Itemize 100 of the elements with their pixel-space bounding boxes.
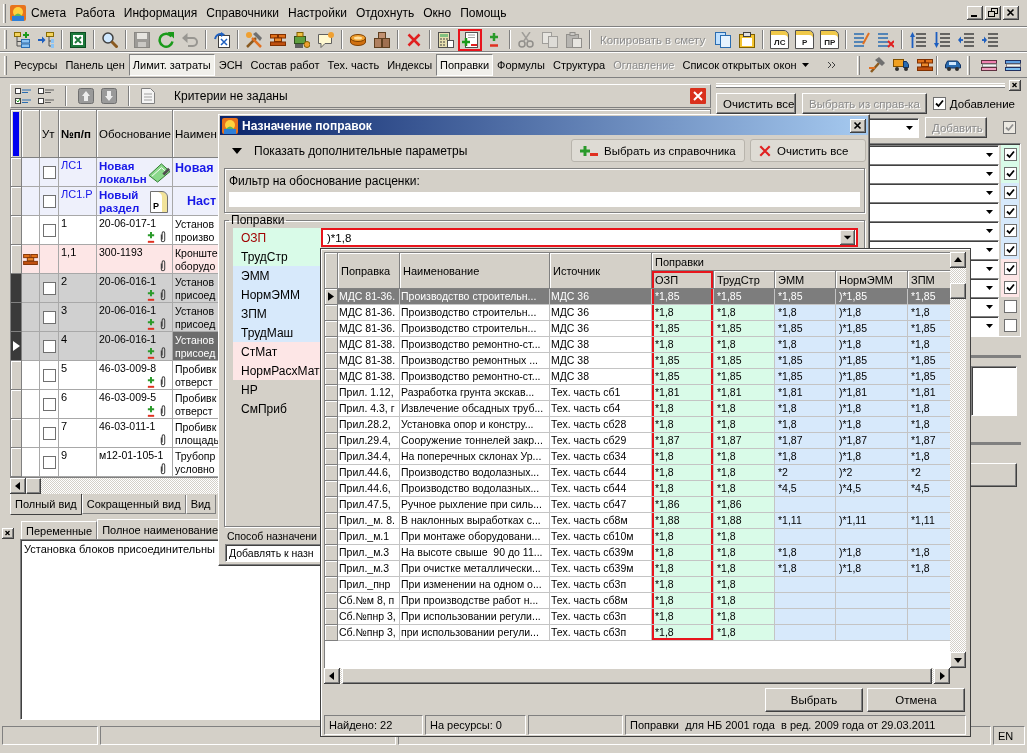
filter-label: Фильтр на обоснование расценки:: [229, 174, 420, 188]
coefficient-cell: *1,8: [908, 545, 951, 561]
coefficient-cell: *1,87: [652, 433, 714, 449]
coefficient-cell: *1,85: [908, 353, 951, 369]
row-number: 5: [61, 362, 68, 375]
coefficient-cell: *1,8: [714, 449, 775, 465]
coefficient-cell: *1,8: [714, 529, 775, 545]
coefficient-cell: )*1,8: [836, 401, 908, 417]
coefficient-cell: *1,8: [652, 465, 714, 481]
row-number: ЛС1: [61, 159, 83, 172]
coefficient-cell: *1,8: [652, 545, 714, 561]
coefficient-cell: *1,8: [775, 417, 836, 433]
coefficient-cell: *1,85: [652, 369, 714, 385]
rate-code: Новая локальн: [99, 159, 148, 186]
coefficient-cell: *1,87: [714, 433, 775, 449]
coefficient-cell: *1,8: [908, 449, 951, 465]
coefficient-cell: *2: [908, 465, 951, 481]
coefficient-cell: )*1,8: [836, 337, 908, 353]
item-name: Пробивк площадь: [174, 420, 218, 447]
coefficient-cell: *1,88: [714, 513, 775, 529]
coefficient-cell: *1,8: [775, 337, 836, 353]
column-header: ТрудСтр: [714, 271, 775, 289]
filter-status: Критерии не заданы: [174, 89, 288, 103]
coefficient-cell: *1,8: [652, 529, 714, 545]
coefficient-cell: )*1,8: [836, 449, 908, 465]
coefficient-cell: *1,8: [652, 417, 714, 433]
coefficient-cell: *1,8: [908, 305, 951, 321]
coefficient-cell: )*1,8: [836, 561, 908, 577]
column-group-header: Поправки: [652, 253, 951, 271]
status-text: На ресурсы: 0: [425, 715, 526, 735]
rate-code: 20-06-017-1: [99, 217, 158, 229]
item-name: Трубопр условно: [174, 449, 217, 476]
rate-code: 20-06-016-1: [99, 304, 158, 316]
language-indicator: EN: [993, 726, 1025, 745]
coefficient-cell: *1,8: [714, 465, 775, 481]
item-name: Наст: [186, 193, 218, 210]
row-number: 7: [61, 420, 68, 433]
coefficient-cell: *1,87: [908, 433, 951, 449]
column-header: Наименование: [400, 253, 550, 289]
rate-code: 46-03-011-1: [99, 420, 157, 432]
checkbox-label: Добавление: [949, 97, 1015, 110]
coefficient-cell: )*1,8: [836, 417, 908, 433]
coefficient-cell: *1,8: [652, 561, 714, 577]
rate-code: 20-06-016-1: [99, 333, 158, 345]
coefficient-cell: *1,8: [652, 401, 714, 417]
coefficient-cell: *1,8: [652, 305, 714, 321]
coefficient-cell: *1,8: [908, 401, 951, 417]
group-title: Поправки: [230, 213, 286, 227]
rate-code: 46-03-009-5: [99, 391, 158, 403]
coefficient-cell: *1,8: [714, 337, 775, 353]
coefficient-cell: *1,8: [714, 401, 775, 417]
coefficient-cell: *1,8: [652, 449, 714, 465]
item-name: Пробивк отверст: [174, 362, 218, 389]
column-header: ОЗП: [652, 271, 714, 289]
rate-code: Новый раздел: [99, 188, 141, 215]
coefficient-cell: *1,85: [652, 353, 714, 369]
coefficient-cell: *1,8: [652, 481, 714, 497]
coefficient-cell: *1,81: [714, 385, 775, 401]
coefficient-cell: *1,8: [775, 305, 836, 321]
adjustment-description: при использовании регули...: [400, 625, 550, 641]
coefficient-cell: *1,8: [714, 577, 775, 593]
coefficient-cell: )*4,5: [836, 481, 908, 497]
coefficient-cell: *1,8: [775, 449, 836, 465]
coefficient-cell: *1,8: [714, 417, 775, 433]
coefficient-cell: )*1,85: [836, 353, 908, 369]
coefficient-cell: *1,8: [908, 417, 951, 433]
column-header: Источник: [550, 253, 652, 289]
coefficient-cell: *1,8: [652, 577, 714, 593]
coefficient-cell: *2: [775, 465, 836, 481]
row-number: 4: [61, 333, 68, 346]
coefficient-cell: *1,85: [775, 321, 836, 337]
coefficient-cell: *1,85: [652, 321, 714, 337]
coefficient-cell: *1,8: [714, 481, 775, 497]
coefficient-cell: *1,8: [775, 401, 836, 417]
coefficient-cell: *1,88: [652, 513, 714, 529]
rate-code: 46-03-009-8: [99, 362, 158, 374]
coefficient-cell: *1,85: [714, 353, 775, 369]
item-name: Установ произво: [174, 217, 216, 244]
coefficient-cell: *1,8: [775, 545, 836, 561]
item-name: Кронште оборудо: [174, 246, 218, 273]
mode-label: Способ назначени: [227, 530, 317, 542]
coefficient-cell: )*1,87: [836, 433, 908, 449]
row-number: 6: [61, 391, 68, 404]
coefficient-cell: *1,8: [775, 561, 836, 577]
item-name: Новая: [174, 160, 215, 177]
row-number: 2: [61, 275, 68, 288]
coefficient-cell: *1,8: [714, 561, 775, 577]
row-number: 1: [61, 217, 68, 230]
coefficient-cell: *1,8: [652, 609, 714, 625]
column-header: Ут: [40, 110, 59, 158]
coefficient-cell: *1,11: [908, 513, 951, 529]
coefficient-cell: *1,85: [908, 369, 951, 385]
coefficient-cell: )*1,8: [836, 545, 908, 561]
item-name: Пробивк отверст: [174, 391, 218, 418]
coefficient-cell: *1,85: [775, 353, 836, 369]
column-header: ЭММ: [775, 271, 836, 289]
coefficient-cell: )*1,81: [836, 385, 908, 401]
rate-code: 300-1193: [99, 246, 144, 258]
column-header: Обоснование: [97, 110, 173, 158]
row-number: 3: [61, 304, 68, 317]
